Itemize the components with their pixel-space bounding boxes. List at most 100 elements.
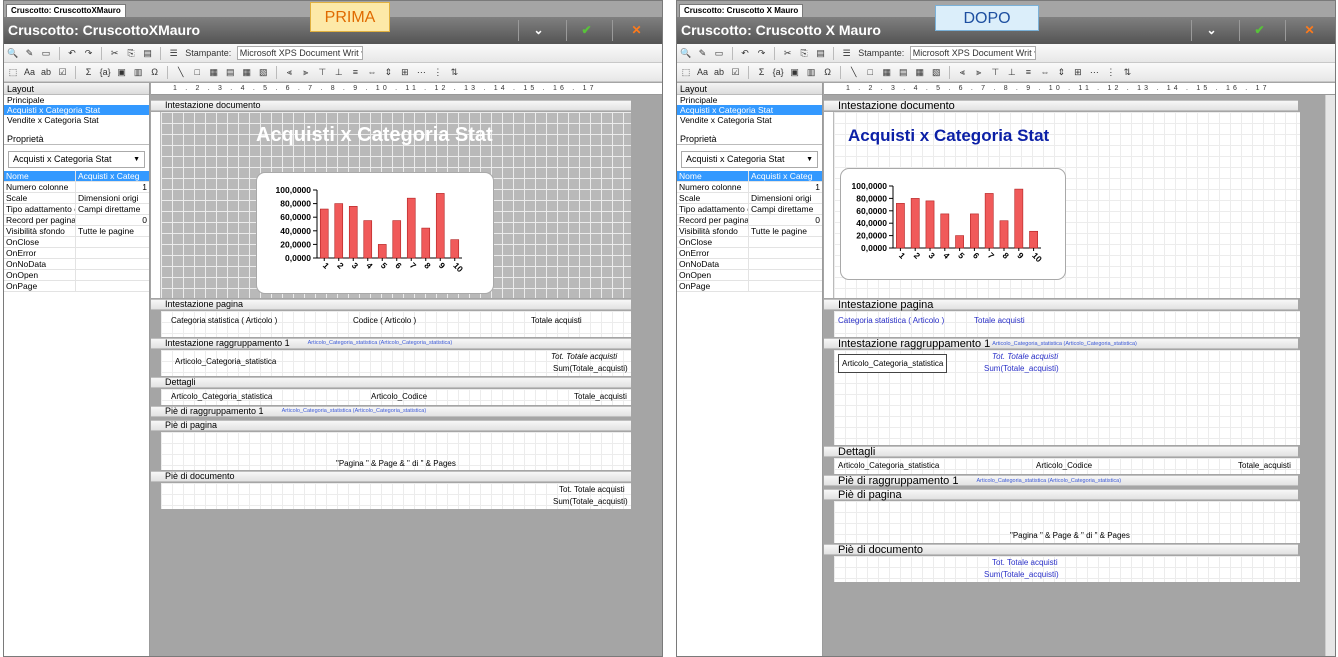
special-icon[interactable]: Ω (149, 66, 161, 79)
textbox-tool-icon[interactable]: ab (713, 66, 725, 79)
list-icon[interactable]: ☰ (841, 47, 853, 60)
detail-total[interactable]: Totale_acquisti (574, 391, 627, 402)
detail-code[interactable]: Articolo_Codice (371, 391, 427, 402)
property-row[interactable]: Nome Acquisti x Categ (677, 171, 822, 182)
column-header-category[interactable]: Categoria statistica ( Articolo ) (171, 315, 277, 326)
band-details[interactable]: Dettagli (824, 446, 1298, 458)
properties-select[interactable]: Acquisti x Categoria Stat ▼ (681, 151, 818, 168)
table-icon[interactable]: ▦ (914, 66, 926, 79)
same-size-icon[interactable]: ⊞ (399, 66, 411, 79)
chart-icon[interactable]: ▥ (805, 66, 817, 79)
property-row[interactable]: OnClose (677, 237, 822, 248)
align-top-icon[interactable]: ⊤ (316, 66, 328, 79)
layout-item[interactable]: Vendite x Categoria Stat (677, 115, 822, 125)
sum-field[interactable]: Sum(Totale_acquisti) (553, 496, 628, 507)
property-row[interactable]: Scale Dimensioni origi (4, 193, 149, 204)
band-group-footer[interactable]: Piè di raggruppamento 1 Articolo_Categori… (824, 475, 1298, 487)
column-header-total[interactable]: Totale acquisti (531, 315, 582, 326)
special-icon[interactable]: Ω (822, 66, 834, 79)
band-page-footer[interactable]: Piè di pagina (151, 420, 631, 431)
group-field[interactable]: Articolo_Categoria_statistica (175, 356, 276, 367)
textbox-tool-icon[interactable]: ab (40, 66, 52, 79)
spacing-v-icon[interactable]: ⋮ (1105, 66, 1117, 79)
field-icon[interactable]: {a} (772, 66, 784, 79)
property-row[interactable]: OnClose (4, 237, 149, 248)
band-group-header[interactable]: Intestazione raggruppamento 1 Articolo_Ca… (824, 338, 1298, 350)
rectangle-icon[interactable]: □ (864, 66, 876, 79)
zoom-icon[interactable]: 🔍 (680, 47, 692, 60)
table-icon[interactable]: ▦ (241, 66, 253, 79)
align-center-icon[interactable]: ⊥ (1006, 66, 1018, 79)
detail-total[interactable]: Totale_acquisti (1238, 460, 1291, 471)
report-title[interactable]: Acquisti x Categoria Stat (256, 124, 493, 147)
same-width-icon[interactable]: ⇔ (366, 66, 378, 79)
dropdown-icon[interactable]: ⌄ (518, 20, 558, 41)
align-bottom-icon[interactable]: ≡ (349, 66, 361, 79)
total-label[interactable]: Tot. Totale acquisti (559, 484, 625, 495)
confirm-icon[interactable]: ✔ (1239, 20, 1279, 41)
page-number-field[interactable]: "Pagina " & Page & " di " & Pages (336, 458, 456, 469)
align-left-icon[interactable]: ⫷ (956, 66, 968, 79)
property-row[interactable]: OnPage (4, 281, 149, 292)
checkbox-tool-icon[interactable]: ☑ (57, 66, 69, 79)
printer-select[interactable]: Microsoft XPS Document Writ ▾ (909, 46, 1036, 60)
confirm-icon[interactable]: ✔ (566, 20, 606, 41)
property-row[interactable]: OnError (4, 248, 149, 259)
zoom-icon[interactable]: 🔍 (7, 47, 19, 60)
band-group-footer[interactable]: Piè di raggruppamento 1 Articolo_Categori… (151, 406, 631, 417)
total-label[interactable]: Tot. Totale acquisti (992, 557, 1058, 568)
same-height-icon[interactable]: ⇕ (382, 66, 394, 79)
band-page-header[interactable]: Intestazione pagina (824, 299, 1298, 311)
layout-item-selected[interactable]: Acquisti x Categoria Stat (677, 105, 822, 115)
undo-icon[interactable]: ↶ (739, 47, 751, 60)
vertical-scrollbar[interactable] (1325, 95, 1335, 656)
column-header-code[interactable]: Codice ( Articolo ) (353, 315, 416, 326)
band-page-footer[interactable]: Piè di pagina (824, 489, 1298, 501)
subreport-icon[interactable]: ▦ (208, 66, 220, 79)
close-icon[interactable]: ✕ (1285, 20, 1333, 41)
layout-item[interactable]: Principale (4, 95, 149, 105)
align-center-icon[interactable]: ⊥ (333, 66, 345, 79)
grid-icon[interactable]: ▤ (224, 66, 236, 79)
band-details[interactable]: Dettagli (151, 377, 631, 388)
report-title[interactable]: Acquisti x Categoria Stat (848, 126, 1049, 146)
chart-container[interactable]: 100,0000 80,0000 60,0000 40,0000 20,0000 0,00… (256, 172, 494, 294)
sum-field[interactable]: Sum(Totale_acquisti) (984, 363, 1059, 374)
order-icon[interactable]: ⇅ (448, 66, 460, 79)
column-header-total[interactable]: Totale acquisti (974, 315, 1025, 326)
chart-icon[interactable]: ▥ (132, 66, 144, 79)
band-doc-footer[interactable]: Piè di documento (824, 544, 1298, 556)
property-row[interactable]: OnNoData (4, 259, 149, 270)
group-field[interactable]: Articolo_Categoria_statistica (838, 354, 948, 373)
line-icon[interactable]: ╲ (175, 66, 187, 79)
paste-icon[interactable]: ▤ (815, 47, 827, 60)
properties-select[interactable]: Acquisti x Categoria Stat ▼ (8, 151, 145, 168)
copy-icon[interactable]: ⎘ (125, 47, 137, 60)
grid-icon[interactable]: ▤ (897, 66, 909, 79)
close-icon[interactable]: ✕ (612, 20, 660, 41)
band-group-header[interactable]: Intestazione raggruppamento 1 Articolo_Ca… (151, 338, 631, 349)
property-row[interactable]: Record per pagina 0 (4, 215, 149, 226)
pointer-icon[interactable]: ⬚ (7, 66, 19, 79)
subreport-icon[interactable]: ▦ (881, 66, 893, 79)
detail-category[interactable]: Articolo_Categoria_statistica (838, 460, 939, 471)
detail-category[interactable]: Articolo_Categoria_statistica (171, 391, 272, 402)
layout-item[interactable]: Vendite x Categoria Stat (4, 115, 149, 125)
align-bottom-icon[interactable]: ≡ (1022, 66, 1034, 79)
window-tab[interactable]: Cruscotto: Cruscotto X Mauro (679, 4, 804, 17)
layout-item[interactable]: Principale (677, 95, 822, 105)
same-width-icon[interactable]: ⇔ (1039, 66, 1051, 79)
property-row[interactable]: OnPage (677, 281, 822, 292)
same-height-icon[interactable]: ⇕ (1055, 66, 1067, 79)
redo-icon[interactable]: ↷ (756, 47, 768, 60)
printer-select[interactable]: Microsoft XPS Document Writ ▾ (236, 46, 363, 60)
align-top-icon[interactable]: ⊤ (989, 66, 1001, 79)
field-icon[interactable]: {a} (99, 66, 111, 79)
label-tool-icon[interactable]: Aa (24, 66, 36, 79)
edit-icon[interactable]: ✎ (697, 47, 709, 60)
sum-icon[interactable]: Σ (756, 66, 768, 79)
layout-item-selected[interactable]: Acquisti x Categoria Stat (4, 105, 149, 115)
property-row[interactable]: Record per pagina 0 (677, 215, 822, 226)
property-row[interactable]: OnOpen (677, 270, 822, 281)
open-icon[interactable]: ▭ (40, 47, 52, 60)
